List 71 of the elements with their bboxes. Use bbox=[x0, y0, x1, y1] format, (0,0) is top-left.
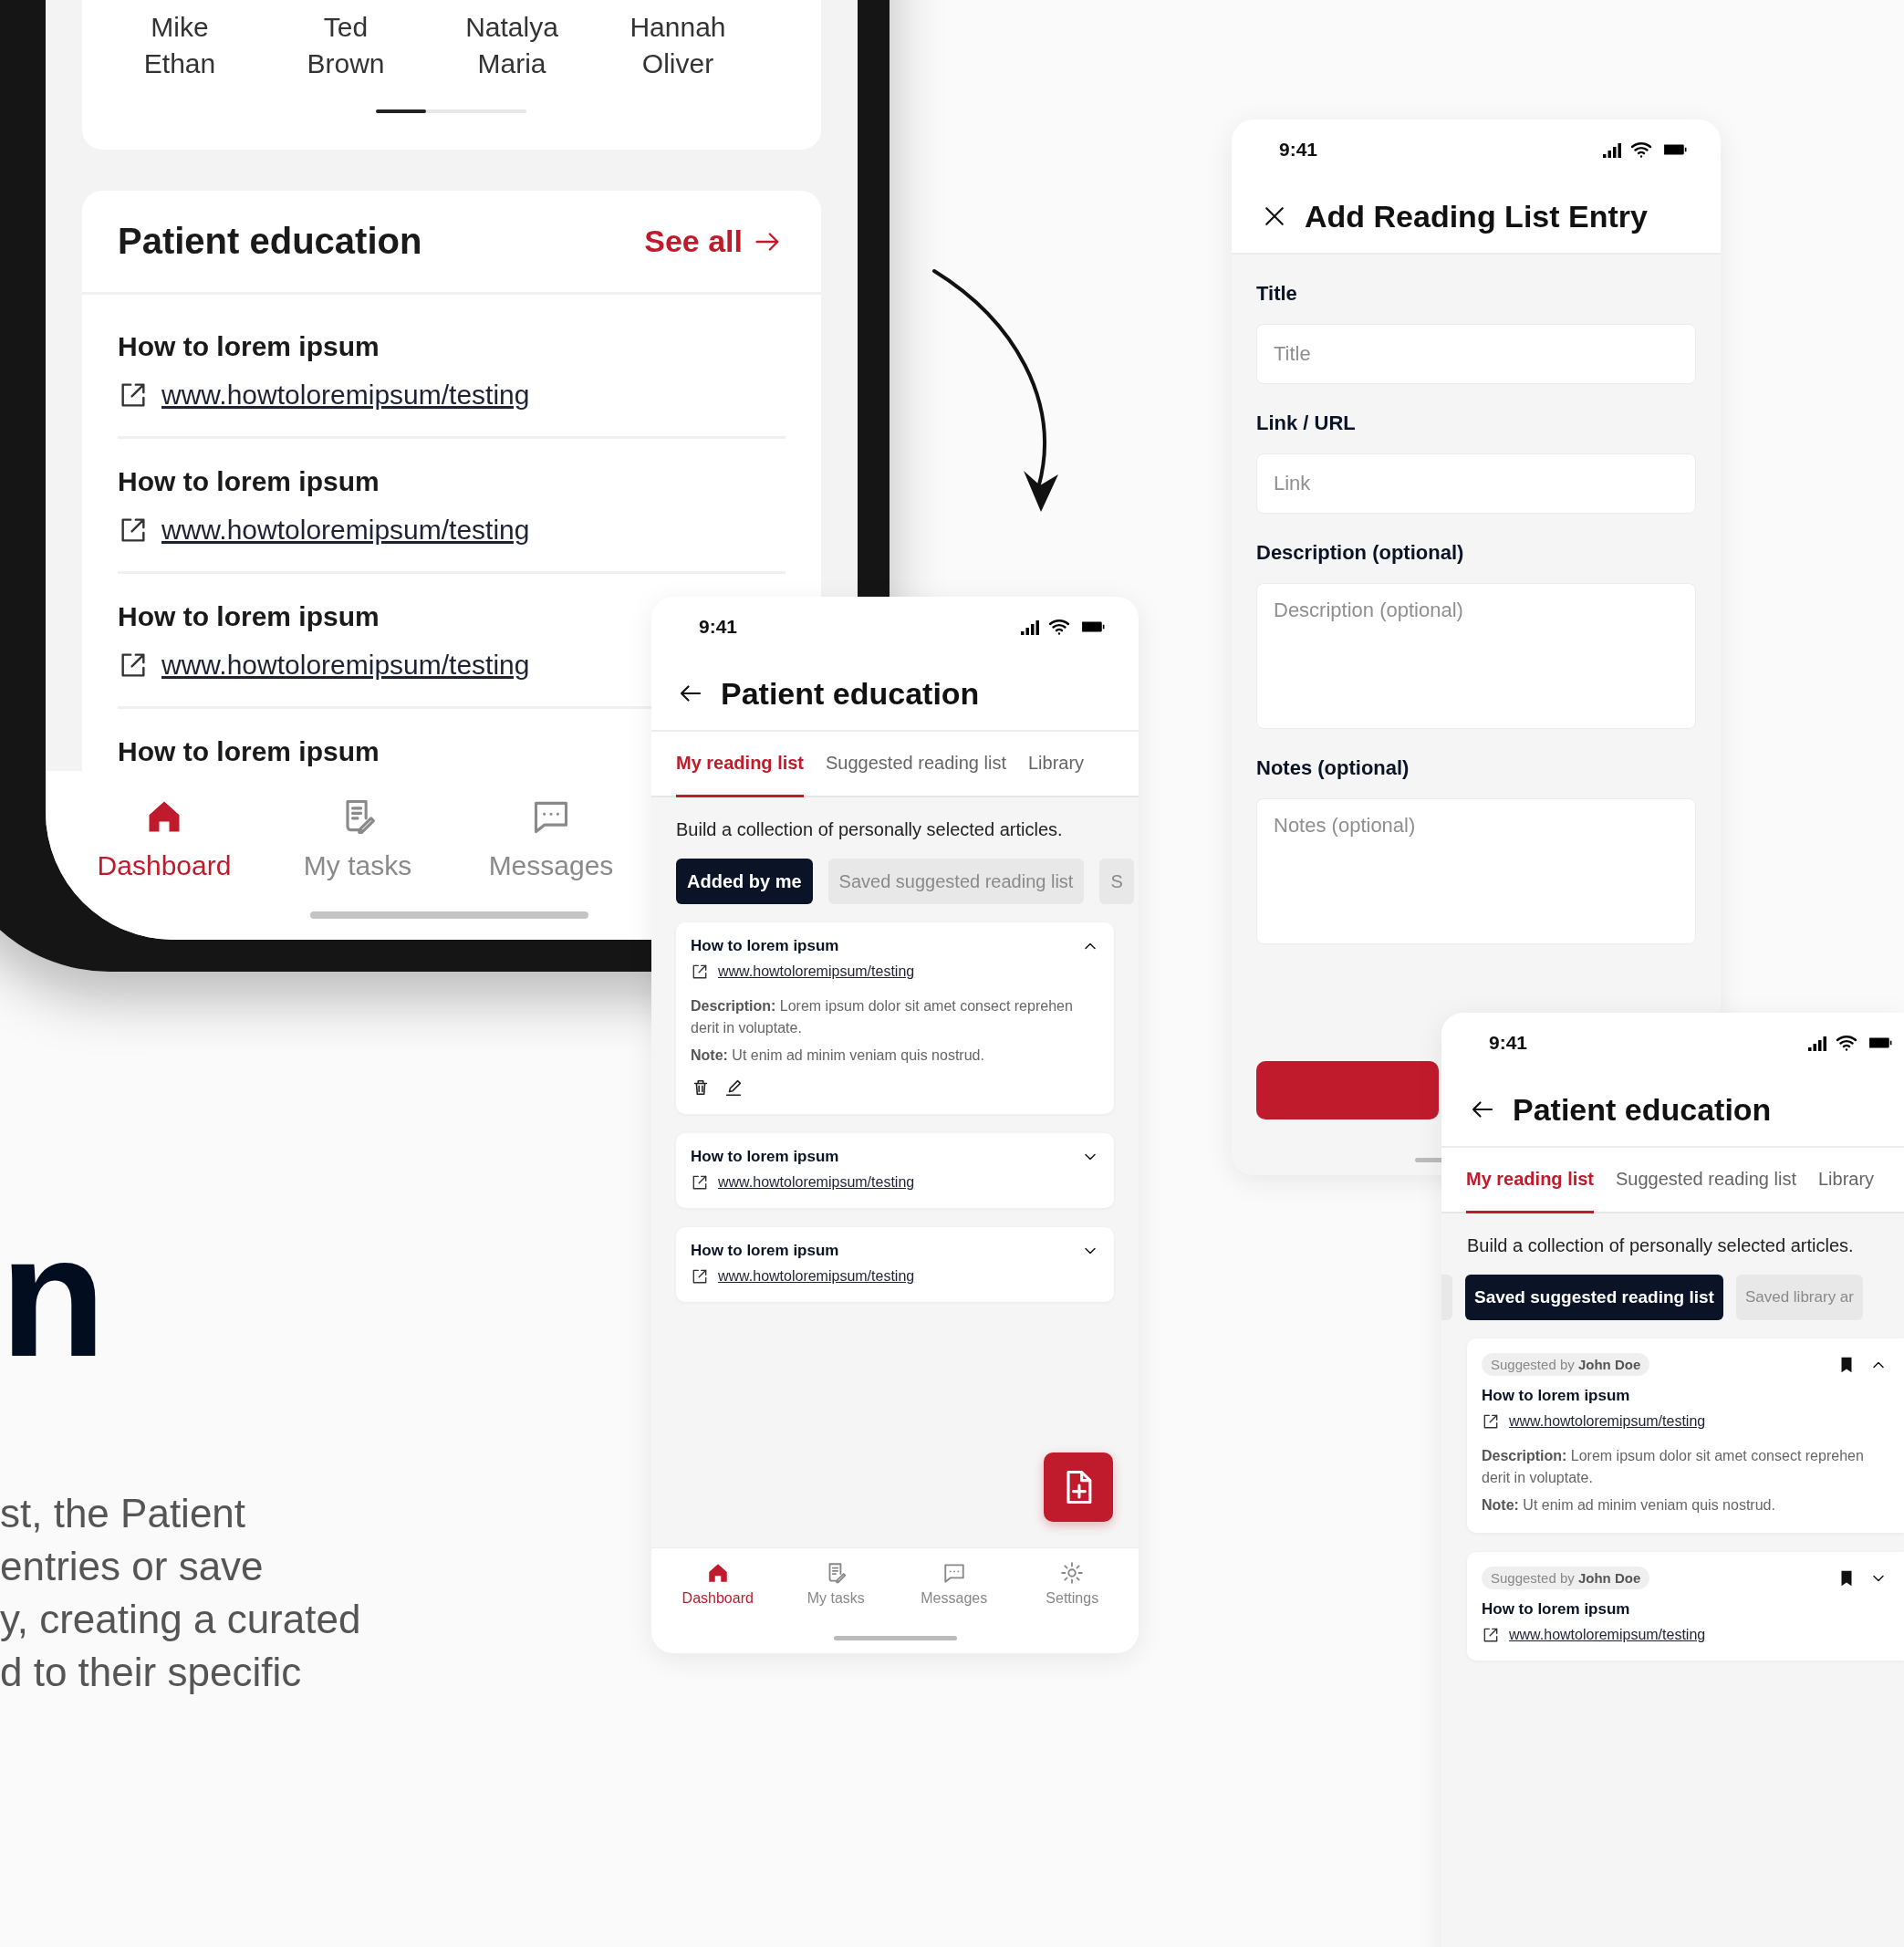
entry-title: How to lorem ipsum bbox=[1482, 1600, 1631, 1619]
input-field[interactable]: Link bbox=[1256, 453, 1696, 514]
section-title: Patient education bbox=[118, 221, 422, 262]
screen-title: Patient education bbox=[721, 675, 980, 712]
entry-title: How to lorem ipsum bbox=[1482, 1387, 1631, 1405]
contact-name[interactable]: Natalya Maria bbox=[465, 9, 558, 82]
tab[interactable]: Suggested reading list bbox=[826, 732, 1006, 797]
intro-paragraph: st, the Patient entries or save y, creating a curated d to their specific bbox=[0, 1490, 361, 1696]
screen-title: Add Reading List Entry bbox=[1305, 198, 1648, 234]
article-link[interactable]: www.howtoloremipsum/testing bbox=[161, 647, 530, 683]
intro-text: Build a collection of personally selected articles. bbox=[1467, 1235, 1855, 1256]
article-link[interactable]: www.howtoloremipsum/testing bbox=[161, 377, 530, 413]
status-time: 9:41 bbox=[1279, 139, 1318, 161]
tab[interactable]: My reading list bbox=[1466, 1148, 1595, 1213]
field-label: Description (optional) bbox=[1256, 540, 1465, 566]
headline: n bbox=[0, 1204, 107, 1387]
external-link-icon bbox=[691, 1267, 709, 1286]
contact-name[interactable]: Ted Brown bbox=[307, 9, 385, 82]
see-all-link[interactable]: See all bbox=[644, 224, 783, 259]
entry-link[interactable]: www.howtoloremipsum/testing bbox=[1509, 1413, 1706, 1430]
external-link-icon bbox=[691, 1173, 709, 1192]
settings-icon bbox=[1060, 1561, 1085, 1585]
tab[interactable]: Suggested reading list bbox=[1616, 1148, 1796, 1213]
entry-note: Note: Ut enim ad minim veniam quis nostrud. bbox=[691, 1046, 985, 1065]
article-title: How to lorem ipsum bbox=[118, 465, 380, 498]
nav-item[interactable]: Dashboard bbox=[97, 796, 232, 884]
tab[interactable]: Library bbox=[1027, 732, 1085, 797]
article-title: How to lorem ipsum bbox=[118, 735, 380, 768]
text-area[interactable]: Notes (optional) bbox=[1256, 798, 1696, 944]
tab[interactable]: My reading list bbox=[676, 732, 805, 797]
entry-link[interactable]: www.howtoloremipsum/testing bbox=[718, 1268, 915, 1285]
field-label: Notes (optional) bbox=[1256, 755, 1410, 781]
nav-item[interactable]: My tasks bbox=[303, 796, 412, 884]
contact-name[interactable]: Hannah Oliver bbox=[629, 9, 726, 82]
suggested-by-tag: Suggested by John Doe bbox=[1482, 1567, 1650, 1589]
status-time: 9:41 bbox=[1489, 1032, 1528, 1054]
filter-chip[interactable]: Saved suggested reading list bbox=[1465, 1275, 1723, 1320]
external-link-icon bbox=[691, 963, 709, 981]
entry-link[interactable]: www.howtoloremipsum/testing bbox=[718, 1174, 915, 1191]
nav-item[interactable]: Messages bbox=[488, 796, 614, 884]
article-title: How to lorem ipsum bbox=[118, 600, 380, 633]
entry-title: How to lorem ipsum bbox=[691, 1242, 839, 1260]
nav-item[interactable]: Dashboard bbox=[681, 1561, 754, 1607]
intro-text: Build a collection of personally selected articles. bbox=[676, 819, 1064, 840]
article-link[interactable]: www.howtoloremipsum/testing bbox=[161, 512, 530, 548]
input-field[interactable]: Title bbox=[1256, 324, 1696, 384]
suggested-by-tag: Suggested by John Doe bbox=[1482, 1353, 1650, 1376]
external-link-icon bbox=[1482, 1626, 1500, 1644]
status-time: 9:41 bbox=[699, 616, 738, 638]
tab[interactable]: Library bbox=[1817, 1148, 1875, 1213]
text-area[interactable]: Description (optional) bbox=[1256, 583, 1696, 729]
entry-title: How to lorem ipsum bbox=[691, 937, 839, 955]
entry-link[interactable]: www.howtoloremipsum/testing bbox=[718, 963, 915, 980]
nav-item[interactable]: Settings bbox=[1046, 1561, 1099, 1607]
add-document-button[interactable] bbox=[1044, 1452, 1113, 1522]
nav-item[interactable]: Messages bbox=[921, 1561, 988, 1607]
nav-item[interactable]: My tasks bbox=[806, 1561, 865, 1607]
filter-chip[interactable]: Added by me bbox=[676, 859, 813, 904]
entry-note: Note: Ut enim ad minim veniam quis nostrud. bbox=[1482, 1496, 1776, 1515]
contact-name[interactable]: Mike Ethan bbox=[143, 9, 216, 82]
entry-link[interactable]: www.howtoloremipsum/testing bbox=[1509, 1627, 1706, 1643]
entry-title: How to lorem ipsum bbox=[691, 1148, 839, 1166]
entry-description: Description: Lorem ipsum dolor sit amet consect reprehen derit in voluptate. bbox=[691, 997, 1074, 1037]
pencil-icon[interactable] bbox=[723, 1078, 744, 1098]
screen-title: Patient education bbox=[1513, 1091, 1772, 1128]
article-title: How to lorem ipsum bbox=[118, 330, 380, 363]
entry-description: Description: Lorem ipsum dolor sit amet consect reprehen derit in voluptate. bbox=[1482, 1447, 1865, 1487]
field-label: Link / URL bbox=[1256, 411, 1357, 436]
messages-icon bbox=[942, 1561, 966, 1585]
external-link-icon bbox=[1482, 1412, 1500, 1431]
field-label: Title bbox=[1256, 281, 1298, 307]
